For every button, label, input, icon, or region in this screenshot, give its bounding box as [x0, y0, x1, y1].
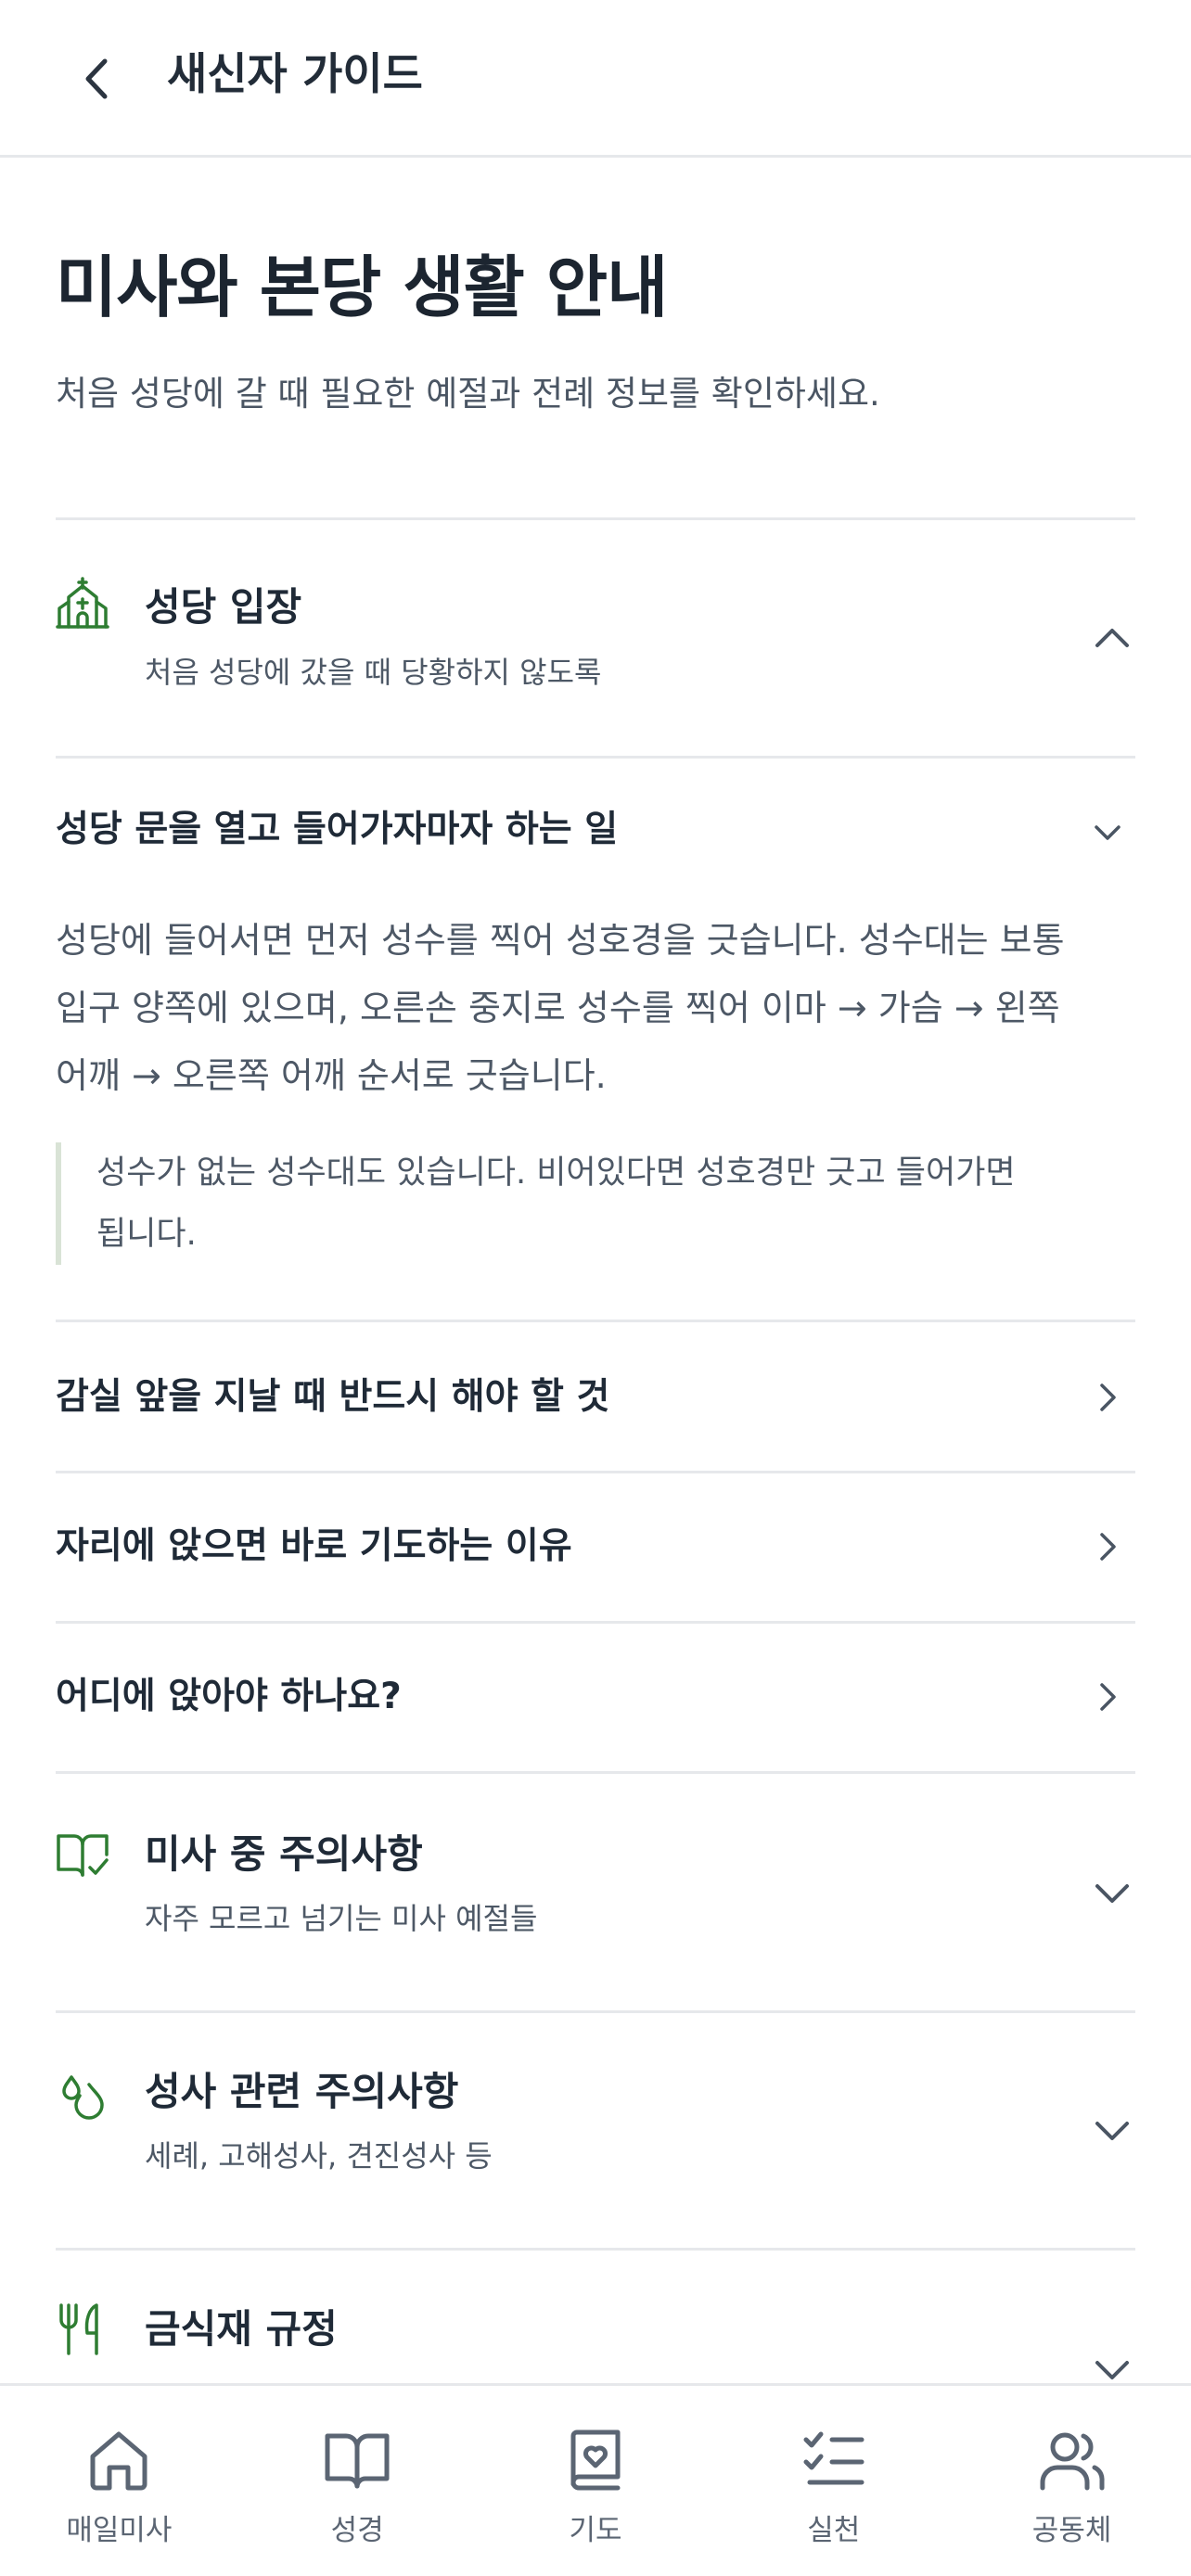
note-line: 성수가 없는 성수대도 있습니다. 비어있다면 성호경만 긋고 들어가면	[96, 1154, 1016, 1192]
church-icon	[56, 577, 109, 629]
page-title: 미사와 본당 생활 안내	[56, 249, 668, 326]
drops-icon	[62, 2075, 104, 2120]
section-mass-etiquette[interactable]: 미사 중 주의사항 자주 모르고 넘기는 미사 예절들	[56, 1808, 1135, 1984]
tab-bible[interactable]: 성경	[238, 2386, 477, 2576]
tab-community[interactable]: 공동체	[953, 2386, 1191, 2576]
chevron-down-icon	[1095, 825, 1121, 840]
book-check-icon	[57, 1834, 109, 1877]
chevron-right-icon	[1100, 1533, 1116, 1561]
note-line: 됩니다.	[96, 1216, 197, 1253]
faq-item-title: 어디에 앉아야 하나요?	[56, 1676, 402, 1717]
section-title: 성사 관련 주의사항	[145, 2069, 459, 2114]
faq-item-pray-seated[interactable]: 자리에 앉으면 바로 기도하는 이유	[56, 1519, 1135, 1584]
faq-note: 성수가 없는 성수대도 있습니다. 비어있다면 성호경만 긋고 들어가면 됩니다…	[56, 1142, 1135, 1265]
tab-practice[interactable]: 실천	[714, 2386, 953, 2576]
tab-label: 실천	[807, 2514, 861, 2547]
users-icon	[1040, 2432, 1105, 2491]
divider	[56, 756, 1135, 759]
answer-line: 입구 양쪽에 있으며, 오른손 중지로 성수를 찍어 이마 → 가슴 → 왼쪽	[56, 988, 1060, 1028]
bottom-tab-bar: 매일미사 성경 기도 실천 공동체	[0, 2383, 1191, 2576]
back-button[interactable]	[65, 46, 130, 111]
section-subtitle: 처음 성당에 갔을 때 당황하지 않도록	[145, 655, 602, 690]
chevron-right-icon	[1100, 1384, 1116, 1411]
checklist-icon	[803, 2431, 864, 2485]
page-subtitle: 처음 성당에 갈 때 필요한 예절과 전례 정보를 확인하세요.	[56, 374, 880, 414]
book-open-icon	[325, 2433, 390, 2489]
divider	[56, 1771, 1135, 1774]
answer-line: 성당에 들어서면 먼저 성수를 찍어 성호경을 긋습니다. 성수대는 보통	[56, 920, 1065, 961]
faq-item-title: 성당 문을 열고 들어가자마자 하는 일	[56, 809, 619, 850]
tab-label: 기도	[569, 2514, 622, 2547]
faq-item-title: 자리에 앉으면 바로 기도하는 이유	[56, 1525, 572, 1567]
divider	[56, 2010, 1135, 2013]
section-sacraments[interactable]: 성사 관련 주의사항 세례, 고해성사, 견진성사 등	[56, 2046, 1135, 2222]
section-church-entry[interactable]: 성당 입장 처음 성당에 갔을 때 당황하지 않도록	[56, 556, 1135, 742]
divider	[56, 1471, 1135, 1473]
divider	[56, 1621, 1135, 1624]
tab-daily-mass[interactable]: 매일미사	[0, 2386, 238, 2576]
faq-item-where-sit[interactable]: 어디에 앉아야 하나요?	[56, 1669, 1135, 1734]
prayer-book-icon	[570, 2429, 621, 2491]
faq-item-enter-door[interactable]: 성당 문을 열고 들어가자마자 하는 일	[56, 802, 1135, 867]
chevron-down-icon	[1095, 1884, 1129, 1903]
divider	[56, 1320, 1135, 1322]
chevron-down-icon	[1095, 2122, 1129, 2140]
tab-label: 매일미사	[66, 2514, 173, 2547]
chevron-up-icon	[1095, 629, 1129, 647]
header-title: 새신자 가이드	[167, 49, 423, 100]
faq-answer: 성당에 들어서면 먼저 성수를 찍어 성호경을 긋습니다. 성수대는 보통 입구…	[56, 907, 1135, 1110]
tab-label: 성경	[330, 2514, 384, 2547]
answer-line: 어깨 → 오른쪽 어깨 순서로 긋습니다.	[56, 1055, 607, 1096]
divider	[56, 517, 1135, 520]
faq-item-title: 감실 앞을 지날 때 반드시 해야 할 것	[56, 1376, 610, 1418]
section-title: 금식재 규정	[145, 2306, 338, 2352]
utensils-icon	[59, 2303, 98, 2355]
faq-item-tabernacle[interactable]: 감실 앞을 지날 때 반드시 해야 할 것	[56, 1370, 1135, 1435]
tab-label: 공동체	[1031, 2514, 1112, 2547]
section-subtitle: 자주 모르고 넘기는 미사 예절들	[145, 1901, 538, 1936]
chevron-left-icon	[85, 58, 108, 99]
section-fasting-rules[interactable]: 금식재 규정	[56, 2283, 1135, 2383]
section-title: 성당 입장	[145, 584, 302, 630]
section-title: 미사 중 주의사항	[145, 1831, 423, 1877]
home-icon	[90, 2431, 147, 2491]
chevron-down-icon	[1095, 2361, 1129, 2379]
divider	[56, 2248, 1135, 2251]
tab-prayer[interactable]: 기도	[477, 2386, 715, 2576]
top-app-bar: 새신자 가이드	[0, 0, 1191, 158]
section-subtitle: 세례, 고해성사, 견진성사 등	[145, 2138, 493, 2174]
chevron-right-icon	[1100, 1683, 1116, 1711]
